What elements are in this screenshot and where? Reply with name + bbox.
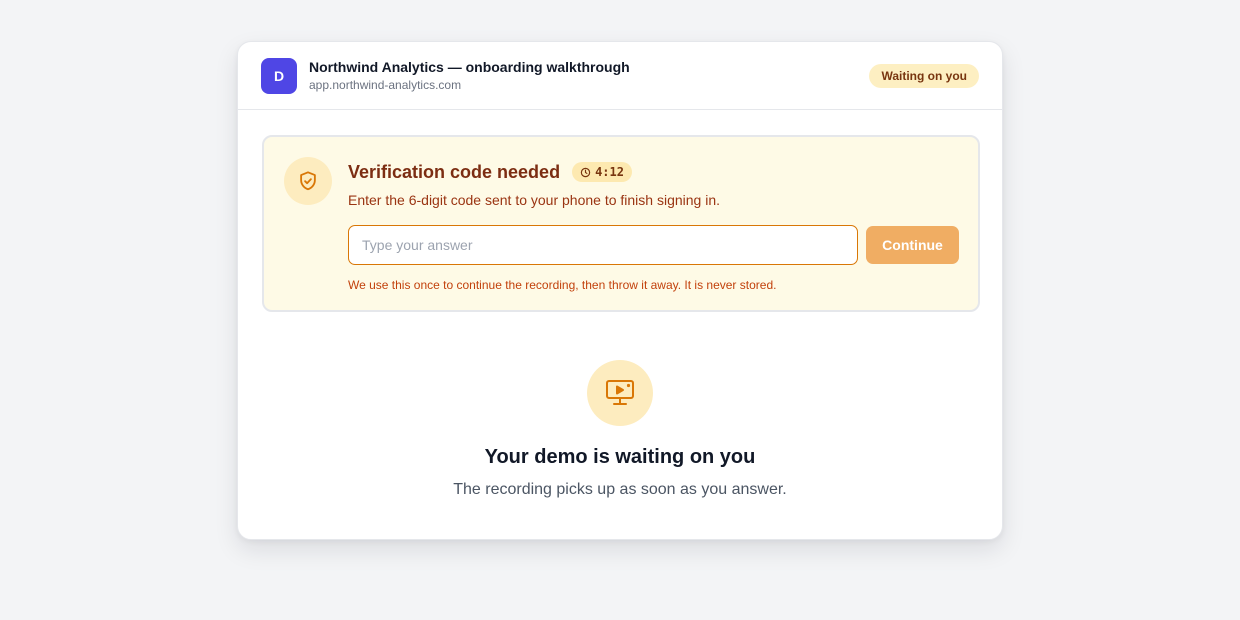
waiting-subtitle: The recording picks up as soon as you an…: [453, 481, 787, 498]
prompt-body: Verification code needed 4:12 Enter the …: [348, 161, 960, 293]
card-header: D Northwind Analytics — onboarding walkt…: [238, 42, 1002, 110]
shield-check-icon: [284, 157, 332, 205]
timer-value: 4:12: [595, 165, 624, 179]
app-title: Northwind Analytics — onboarding walkthr…: [309, 59, 630, 75]
answer-input[interactable]: [348, 225, 858, 265]
app-avatar: D: [261, 57, 297, 94]
verification-prompt: Verification code needed 4:12 Enter the …: [262, 135, 980, 312]
waiting-title: Your demo is waiting on you: [484, 446, 756, 468]
privacy-note: We use this once to continue the recordi…: [348, 278, 777, 292]
status-badge: Waiting on you: [869, 63, 979, 88]
continue-button[interactable]: Continue: [866, 226, 959, 264]
prompt-description: Enter the 6-digit code sent to your phon…: [348, 192, 721, 208]
app-info: Northwind Analytics — onboarding walkthr…: [309, 58, 869, 93]
session-card: D Northwind Analytics — onboarding walkt…: [237, 41, 1003, 540]
countdown-timer: 4:12: [572, 162, 632, 182]
prompt-title-row: Verification code needed 4:12: [348, 161, 960, 183]
screen-play-icon: [587, 360, 653, 426]
prompt-title: Verification code needed: [348, 162, 561, 182]
answer-row: Continue: [348, 225, 960, 265]
clock-icon: [580, 167, 591, 177]
waiting-state: Your demo is waiting on you The recordin…: [238, 360, 1002, 500]
app-url: app.northwind-analytics.com: [309, 78, 462, 92]
